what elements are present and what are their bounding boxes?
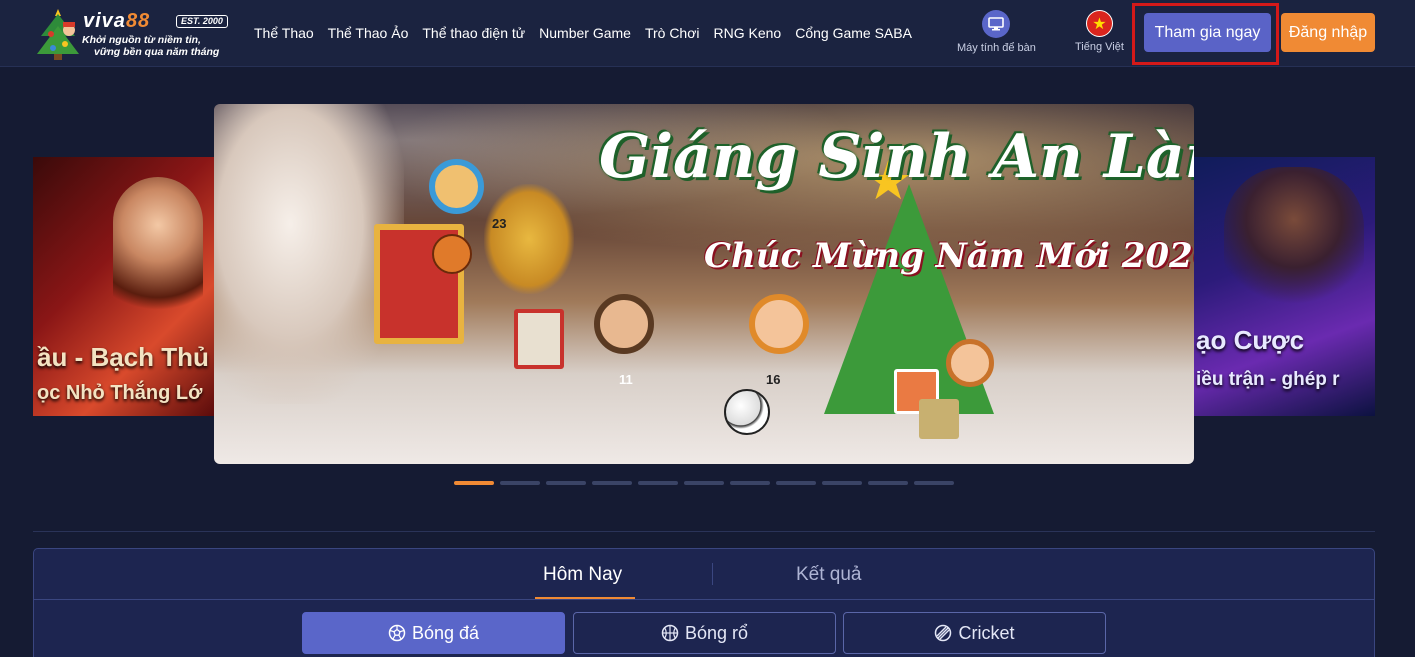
soccer-icon — [388, 624, 406, 642]
est-badge: EST. 2000 — [176, 15, 228, 28]
slogan: Khởi nguồn từ niềm tin, vững bền qua năm… — [82, 34, 219, 58]
carousel-dot[interactable] — [684, 481, 724, 485]
login-button[interactable]: Đăng nhập — [1281, 13, 1375, 52]
prev-slide-title: ầu - Bạch Thủ — [37, 342, 209, 372]
next-slide-title: ạo Cược — [1196, 325, 1305, 355]
carousel-next-slide[interactable]: ạo Cược iều trận - ghép r — [1194, 157, 1375, 416]
brand-name: viva — [83, 10, 126, 32]
carousel-dot[interactable] — [638, 481, 678, 485]
desktop-app-link[interactable]: Máy tính để bàn — [957, 10, 1036, 54]
basketball-icon — [661, 624, 679, 642]
slogan-line-1: Khởi nguồn từ niềm tin, — [82, 34, 201, 46]
sport-filter-basketball[interactable]: Bóng rổ — [573, 612, 836, 654]
sport-label: Bóng đá — [411, 622, 480, 643]
vietnam-flag-icon: ★ — [1085, 10, 1113, 37]
basketball-image — [432, 234, 472, 274]
carousel-dot[interactable] — [868, 481, 908, 485]
tab-today[interactable]: Hôm Nay — [543, 563, 622, 587]
nav-item-esports[interactable]: Thể thao điện tử — [422, 24, 525, 42]
carousel-active-slide[interactable]: 23 ★ Giáng Sinh An Lành Chúc Mừng Năm Mớ… — [214, 104, 1194, 464]
monitor-icon — [982, 10, 1011, 38]
site-header: viva88 EST. 2000 Khởi nguồn từ niềm tin,… — [0, 0, 1415, 67]
matches-panel: Hôm Nay Kết quả Bóng đá Bóng rổ Cricket — [33, 548, 1375, 657]
nav-item-games[interactable]: Trò Chơi — [645, 24, 700, 42]
slide-title: Giáng Sinh An Lành — [599, 122, 1194, 192]
prev-slide-subtitle: ọc Nhỏ Thắng Lớ — [37, 382, 203, 404]
sport-filter-soccer[interactable]: Bóng đá — [302, 612, 565, 654]
carousel-dot[interactable] — [730, 481, 770, 485]
carousel-pagination — [454, 481, 954, 485]
desktop-label: Máy tính để bàn — [957, 42, 1036, 54]
main-nav: Thể Thao Thể Thao Ảo Thể thao điện tử Nu… — [254, 24, 926, 42]
carousel-dot[interactable] — [454, 481, 494, 485]
mascot-girl-image — [946, 339, 994, 387]
sport-label: Bóng rổ — [684, 622, 749, 643]
carousel-dot[interactable] — [592, 481, 632, 485]
carousel-dot[interactable] — [822, 481, 862, 485]
mascot-kid-player-image — [749, 294, 809, 354]
join-now-button[interactable]: Tham gia ngay — [1144, 13, 1271, 52]
matches-tabs: Hôm Nay Kết quả — [34, 549, 1374, 600]
cricket-icon — [935, 624, 952, 642]
language-label: Tiếng Việt — [1075, 41, 1124, 53]
nav-item-saba-games[interactable]: Cổng Game SABA — [795, 24, 912, 42]
mascot-soccer-player-image — [594, 294, 654, 354]
soccer-ball-image — [724, 389, 770, 435]
slogan-line-2: vững bền qua năm tháng — [94, 46, 220, 58]
nav-item-virtual-sports[interactable]: Thể Thao Ảo — [328, 24, 409, 42]
active-tab-indicator — [535, 597, 635, 599]
carousel-dot[interactable] — [914, 481, 954, 485]
christmas-tree-logo-icon — [37, 9, 79, 60]
carousel-dot[interactable] — [500, 481, 540, 485]
promo-athlete-image — [1224, 167, 1364, 317]
sport-filter-cricket[interactable]: Cricket — [843, 612, 1106, 654]
nav-item-number-game[interactable]: Number Game — [539, 24, 631, 42]
jersey-number-23: 23 — [492, 216, 507, 231]
jersey-number-16: 16 — [766, 372, 781, 387]
section-divider — [33, 531, 1375, 532]
next-slide-subtitle: iều trận - ghép r — [1196, 369, 1340, 390]
mascot-basketball-player-image — [429, 159, 484, 214]
carousel-prev-slide[interactable]: ầu - Bạch Thủ ọc Nhỏ Thắng Lớ — [33, 157, 214, 416]
nav-item-rng-keno[interactable]: RNG Keno — [714, 24, 782, 42]
nav-item-sports[interactable]: Thể Thao — [254, 24, 314, 42]
tab-results[interactable]: Kết quả — [796, 563, 862, 587]
sport-label: Cricket — [958, 622, 1015, 643]
reindeer-image — [484, 184, 574, 294]
slide-subtitle: Chúc Mừng Năm Mới 2026 — [704, 236, 1194, 276]
site-logo[interactable]: viva88 EST. 2000 Khởi nguồn từ niềm tin,… — [33, 4, 233, 62]
promo-model-image — [113, 177, 203, 337]
language-selector[interactable]: ★ Tiếng Việt — [1075, 10, 1124, 53]
brand-number: 88 — [125, 10, 151, 32]
carousel-dot[interactable] — [776, 481, 816, 485]
carousel-dot[interactable] — [546, 481, 586, 485]
jersey-number-11: 11 — [619, 372, 633, 387]
